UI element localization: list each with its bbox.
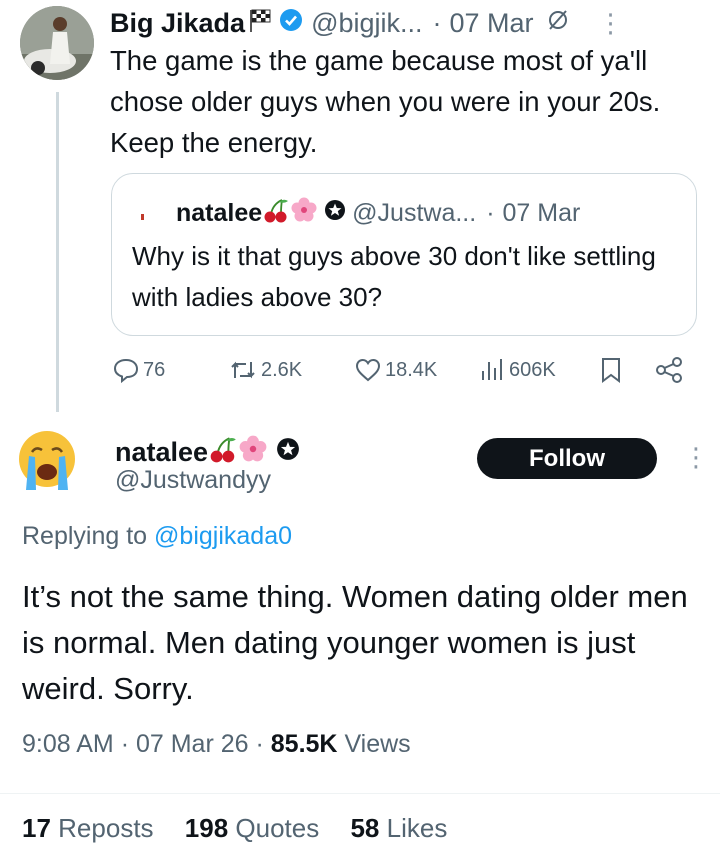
reply-time[interactable]: 9:08 AM <box>22 730 114 758</box>
tweet-actions: 76 2.6K 18.4K 606K <box>112 356 702 392</box>
reply-author-name[interactable]: natalee <box>115 437 208 468</box>
verified-badge-icon <box>279 8 303 39</box>
author-handle[interactable]: @bigjik... <box>311 8 422 39</box>
like-button[interactable]: 18.4K <box>354 356 437 384</box>
likes-count: 58 <box>350 813 380 843</box>
engagement-stats: 17 Reposts 198 Quotes 58 Likes <box>22 813 471 844</box>
replying-to-link[interactable]: @bigjikada0 <box>154 522 292 550</box>
quote-date: 07 Mar <box>502 199 581 227</box>
reposts-count: 17 <box>22 813 51 843</box>
share-button[interactable] <box>654 356 684 384</box>
tweet-date[interactable]: 07 Mar <box>450 8 534 39</box>
replying-to: Replying to @bigjikada0 <box>22 522 292 551</box>
quotes-label: Quotes <box>235 813 320 843</box>
likes-label: Likes <box>386 813 448 843</box>
likes-stat[interactable]: 58 Likes <box>350 813 447 843</box>
heart-icon <box>354 356 382 384</box>
reply-icon <box>112 356 140 384</box>
separator: · <box>486 199 495 227</box>
reply-text: It’s not the same thing. Women dating ol… <box>22 579 688 706</box>
separator: · <box>432 7 442 38</box>
crying-face-icon[interactable] <box>14 426 80 492</box>
star-badge-icon <box>324 199 346 228</box>
reposts-label: Reposts <box>58 813 154 843</box>
bookmark-icon <box>598 356 624 384</box>
like-count: 18.4K <box>385 358 438 381</box>
checkered-flag-icon <box>247 7 273 40</box>
reply-meta: 9:08 AM · 07 Mar 26 · 85.5K Views <box>22 730 411 758</box>
muted-icon <box>546 8 570 39</box>
star-badge-icon <box>276 437 300 468</box>
blossom-icon <box>290 196 318 231</box>
repost-count: 2.6K <box>261 358 303 381</box>
views-count: 606K <box>509 358 556 381</box>
repost-button[interactable]: 2.6K <box>228 356 302 384</box>
cherries-icon <box>262 196 290 231</box>
quote-author-handle: @Justwa... <box>352 199 477 227</box>
follow-button[interactable]: Follow <box>477 438 657 479</box>
divider <box>0 793 720 794</box>
views-label: Views <box>344 730 411 758</box>
quoted-tweet[interactable]: natalee @Justwa... · 07 Mar Why is it th… <box>111 173 697 336</box>
reply-count: 76 <box>143 358 166 381</box>
avatar[interactable] <box>20 6 94 80</box>
views-button[interactable]: 606K <box>478 356 556 384</box>
quote-header: natalee @Justwa... · 07 Mar <box>132 196 580 231</box>
more-options-icon[interactable]: ⋮ <box>683 442 709 473</box>
quote-avatar <box>132 202 156 226</box>
repost-icon <box>228 356 258 384</box>
author-name[interactable]: Big Jikada <box>110 8 245 39</box>
quotes-count: 198 <box>184 813 229 843</box>
tweet-header: Big Jikada @bigjik... · 07 Mar ⋮ <box>110 3 624 43</box>
reposts-stat[interactable]: 17 Reposts <box>22 813 154 843</box>
quotes-stat[interactable]: 198 Quotes <box>185 813 319 843</box>
views-icon <box>478 356 506 384</box>
replying-prefix: Replying to <box>22 522 148 550</box>
reply-author-handle[interactable]: @Justwandyy <box>115 466 271 495</box>
reply-button[interactable]: 76 <box>112 356 165 384</box>
views-count: 85.5K <box>270 730 338 758</box>
tweet-text: The game is the game because most of ya'… <box>110 45 661 158</box>
more-options-icon[interactable]: ⋮ <box>598 8 624 39</box>
reply-date[interactable]: 07 Mar 26 <box>136 730 249 758</box>
share-icon <box>654 356 684 384</box>
bookmark-button[interactable] <box>598 356 624 384</box>
quote-author-name: natalee <box>176 199 263 227</box>
quote-text: Why is it that guys above 30 don't like … <box>132 241 656 312</box>
thread-line <box>56 92 59 412</box>
